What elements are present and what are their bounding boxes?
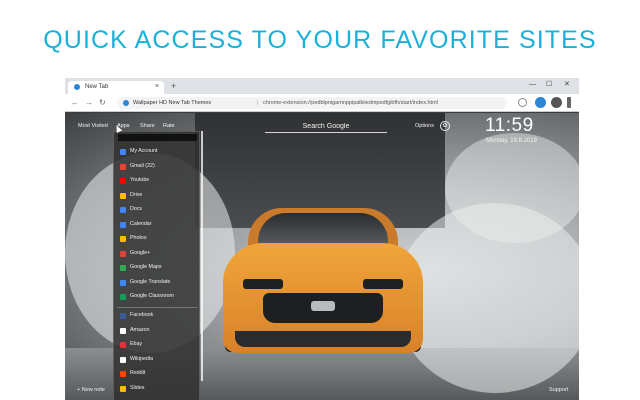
forward-button[interactable]: →: [85, 97, 93, 108]
amazon-icon: [120, 327, 126, 334]
apps-menu-item-label: Slides: [130, 384, 145, 391]
apps-menu-item-label: Ebay: [130, 341, 143, 347]
menu-kebab-icon[interactable]: [567, 97, 571, 108]
new-note-button[interactable]: + New note: [77, 387, 105, 394]
facebook-icon: [120, 313, 126, 319]
apps-menu-item[interactable]: Drive: [120, 190, 198, 202]
translate-icon: [120, 279, 126, 286]
new-tab-button[interactable]: +: [171, 81, 176, 91]
car-badge: [311, 301, 335, 311]
apps-menu-header: [118, 134, 197, 141]
slides-icon: [120, 385, 126, 392]
smoke-top-right: [445, 133, 579, 243]
date: Monday, 19.8.2019: [486, 138, 537, 144]
calendar-icon: [120, 221, 126, 228]
apps-menu-item-label: Google Maps: [130, 264, 162, 270]
apps-menu-item-label: Wikipedia: [130, 355, 153, 362]
clock: 11:59: [485, 115, 534, 136]
bookmark-star-icon[interactable]: [518, 98, 527, 107]
options-gear-icon[interactable]: ✿: [440, 121, 450, 131]
nav-most-visited[interactable]: Most Visited: [78, 123, 108, 130]
apps-menu-item-label: Google+: [130, 249, 151, 256]
nav-share[interactable]: Share: [140, 123, 155, 130]
apps-menu-item[interactable]: My Account: [120, 146, 198, 158]
maximize-button[interactable]: ☐: [546, 80, 552, 90]
apps-menu-item-label: Reddit: [130, 370, 146, 376]
apps-menu-item[interactable]: Calendar: [120, 219, 198, 231]
apps-menu-item-label: Docs: [130, 206, 143, 212]
options-link[interactable]: Options: [415, 123, 434, 130]
tab-close-icon[interactable]: ×: [155, 83, 159, 91]
apps-menu-item-label: Facebook: [130, 312, 154, 318]
page-headline: QUICK ACCESS TO YOUR FAVORITE SITES: [43, 26, 597, 54]
extension-toolbar-icon[interactable]: [535, 97, 546, 108]
search-input[interactable]: [265, 121, 387, 133]
apps-menu-item[interactable]: Google Translate: [120, 277, 198, 289]
new-tab-page: Most Visited Apps Share Rate Options ✿ 1…: [65, 113, 579, 400]
address-bar[interactable]: Wallpaper HD New Tab Themes | chrome-ext…: [117, 97, 507, 109]
apps-menu-item-label: Amazon: [130, 326, 150, 333]
apps-menu-item-label: Google Translate: [130, 278, 171, 285]
apps-menu-item-label: Google Classroom: [130, 293, 174, 299]
support-link[interactable]: Support: [549, 387, 568, 394]
gmail-icon: [120, 163, 126, 170]
apps-menu-item[interactable]: Wikipedia: [120, 354, 198, 366]
tab-strip: New Tab × + — ☐ ✕: [65, 78, 579, 94]
nav-rate[interactable]: Rate: [163, 123, 175, 130]
reddit-icon: [120, 371, 126, 377]
browser-toolbar: ← → ↻ Wallpaper HD New Tab Themes | chro…: [65, 94, 579, 112]
docs-icon: [120, 207, 126, 213]
apps-menu-item-label: Gmail (22): [130, 162, 155, 169]
apps-menu-item-label: Photos: [130, 235, 147, 241]
apps-menu-divider: [117, 307, 198, 308]
maps-icon: [120, 265, 126, 271]
browser-window: New Tab × + — ☐ ✕ ← → ↻ Wallpaper HD New…: [65, 78, 579, 400]
apps-menu-item[interactable]: Ebay: [120, 339, 198, 351]
car-headlight-left: [243, 279, 283, 289]
account-icon: [120, 149, 126, 155]
drive-icon: [120, 192, 126, 199]
url-text: chrome-extension://pedblpnigamnppipalkii…: [263, 100, 438, 106]
wikipedia-icon: [120, 356, 126, 363]
apps-menu-item[interactable]: Google+: [120, 248, 198, 260]
close-window-button[interactable]: ✕: [564, 80, 570, 90]
minimize-button[interactable]: —: [529, 80, 536, 90]
apps-menu-item[interactable]: Amazon: [120, 325, 198, 337]
back-button[interactable]: ←: [71, 97, 79, 108]
reload-button[interactable]: ↻: [99, 97, 106, 108]
google-plus-icon: [120, 250, 126, 257]
apps-menu: My Account Gmail (22) Youtube Drive Docs Cale…: [113, 131, 200, 400]
apps-menu-item[interactable]: Slides: [120, 383, 198, 395]
apps-menu-item[interactable]: Gmail (22): [120, 161, 198, 173]
tab-title: New Tab: [85, 84, 109, 90]
url-separator: |: [257, 100, 259, 106]
apps-menu-item-label: Calendar: [130, 220, 152, 227]
apps-menu-item[interactable]: Google Classroom: [120, 291, 198, 303]
youtube-icon: [120, 178, 126, 184]
extension-icon: [123, 100, 129, 106]
apps-menu-item[interactable]: Google Maps: [120, 262, 198, 274]
photos-icon: [120, 236, 126, 242]
profile-avatar[interactable]: [551, 97, 562, 108]
apps-menu-item-label: Drive: [130, 191, 143, 198]
classroom-icon: [120, 294, 126, 300]
apps-menu-item[interactable]: Reddit: [120, 368, 198, 380]
apps-menu-item[interactable]: Facebook: [120, 310, 198, 322]
tab-new-tab[interactable]: New Tab ×: [68, 81, 164, 94]
car-headlight-right: [363, 279, 403, 289]
ebay-icon: [120, 342, 126, 348]
apps-menu-item[interactable]: Youtube: [120, 175, 198, 187]
apps-menu-item-label: Youtube: [130, 177, 150, 183]
site-name: Wallpaper HD New Tab Themes: [133, 100, 212, 106]
apps-menu-item[interactable]: Photos: [120, 233, 198, 245]
tab-favicon-icon: [74, 84, 80, 90]
car-bumper: [235, 331, 411, 347]
apps-menu-item[interactable]: Docs: [120, 204, 198, 216]
apps-menu-scrollbar[interactable]: [201, 131, 203, 381]
apps-menu-item-label: My Account: [130, 148, 158, 154]
